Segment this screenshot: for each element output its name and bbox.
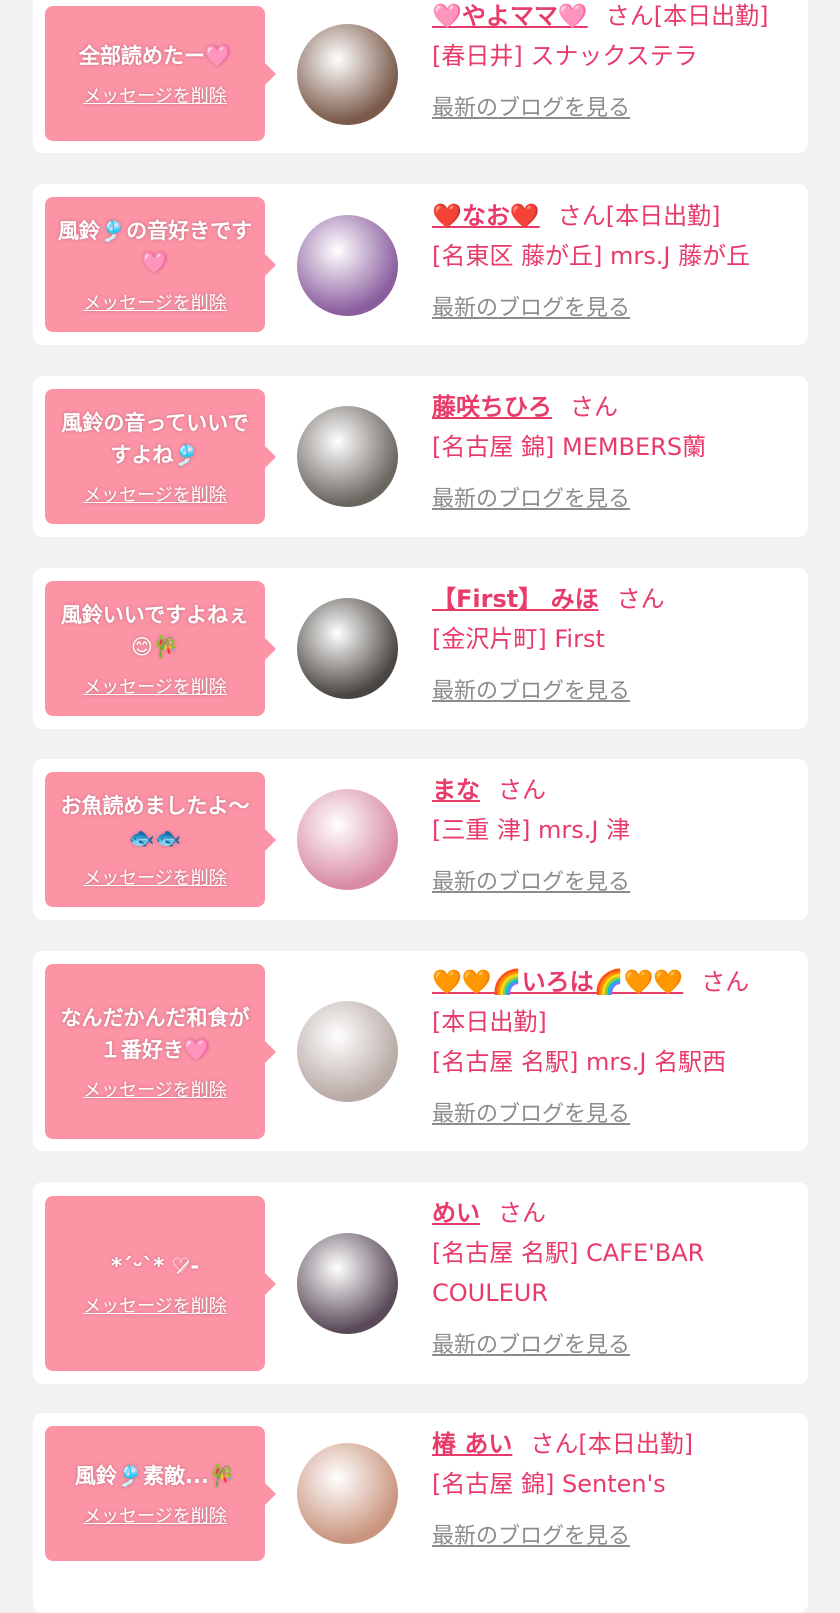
message-list: 全部読めたー🩷 メッセージを削除 🩷やよママ🩷 さん[本日出勤] [春日井] スナ… [0,0,840,1613]
message-bubble: 全部読めたー🩷 メッセージを削除 [45,6,276,141]
profile-info: 🧡🧡🌈いろは🌈🧡🧡 さん [本日出勤] [名古屋 名駅] mrs.J 名駅西 最新の… [432,962,800,1128]
profile-name-link[interactable]: 🩷やよママ🩷 [432,2,588,30]
message-bubble: 風鈴の音っていいですよね🎐 メッセージを削除 [45,389,276,524]
message-card: 全部読めたー🩷 メッセージを削除 🩷やよママ🩷 さん[本日出勤] [春日井] スナ… [33,0,808,153]
delete-message-link[interactable]: メッセージを削除 [83,864,227,890]
latest-blog-link[interactable]: 最新のブログを見る [432,290,630,322]
message-bubble: 風鈴いいですよねぇ😊🎋 メッセージを削除 [45,581,276,716]
message-card: 風鈴🎐の音好きです🩷 メッセージを削除 ❤️なお❤️ さん[本日出勤] [名東区 … [33,184,808,345]
profile-info: 【First】 みほ さん [金沢片町] First 最新のブログを見る [432,579,800,705]
message-card: *´ᵕ`* ♡̷- メッセージを削除 めい さん [名古屋 名駅] CAFE'BA… [33,1182,808,1384]
message-text: なんだかんだ和食が１番好き🩷 [60,1005,250,1062]
avatar[interactable] [297,598,398,699]
name-suffix: さん[本日出勤] [557,202,721,230]
name-suffix: さん [570,393,618,421]
shop-line: [名古屋 錦] Senten's [432,1470,666,1498]
latest-blog-link[interactable]: 最新のブログを見る [432,1518,630,1550]
shop-line: [本日出勤] [432,1008,547,1036]
delete-message-link[interactable]: メッセージを削除 [83,289,227,315]
latest-blog-link[interactable]: 最新のブログを見る [432,481,630,513]
avatar[interactable] [297,406,398,507]
name-suffix: さん [498,1199,546,1227]
message-text: 風鈴いいですよねぇ😊🎋 [60,602,250,659]
shop-line: [金沢片町] First [432,625,605,653]
profile-name-link[interactable]: 🧡🧡🌈いろは🌈🧡🧡 [432,968,683,996]
profile-info: 藤咲ちひろ さん [名古屋 錦] MEMBERS蘭 最新のブログを見る [432,387,800,513]
shop-line: COULEUR [432,1279,548,1307]
name-suffix: さん [616,585,665,613]
message-bubble: *´ᵕ`* ♡̷- メッセージを削除 [45,1196,276,1371]
message-bubble: 風鈴🎐素敵...🎋 メッセージを削除 [45,1426,276,1561]
message-text: *´ᵕ`* ♡̷- [110,1253,200,1278]
profile-name-link[interactable]: 【First】 みほ [432,585,599,613]
message-bubble: お魚読めましたよ〜🐟🐟 メッセージを削除 [45,772,276,907]
avatar[interactable] [297,1001,398,1102]
profile-name-link[interactable]: めい [432,1199,480,1227]
latest-blog-link[interactable]: 最新のブログを見る [432,673,630,705]
message-card: なんだかんだ和食が１番好き🩷 メッセージを削除 🧡🧡🌈いろは🌈🧡🧡 さん [本日出… [33,951,808,1151]
delete-message-link[interactable]: メッセージを削除 [83,82,227,108]
delete-message-link[interactable]: メッセージを削除 [83,481,227,507]
profile-info: めい さん [名古屋 名駅] CAFE'BAR COULEUR 最新のブログを見る [432,1193,800,1359]
shop-line: [名東区 藤が丘] mrs.J 藤が丘 [432,242,751,270]
message-text: 風鈴🎐素敵...🎋 [74,1463,236,1488]
delete-message-link[interactable]: メッセージを削除 [83,1292,227,1318]
latest-blog-link[interactable]: 最新のブログを見る [432,864,630,896]
message-text: お魚読めましたよ〜🐟🐟 [60,793,250,850]
profile-info: ❤️なお❤️ さん[本日出勤] [名東区 藤が丘] mrs.J 藤が丘 最新のブロ… [432,196,800,322]
latest-blog-link[interactable]: 最新のブログを見る [432,90,630,122]
message-card: 風鈴いいですよねぇ😊🎋 メッセージを削除 【First】 みほ さん [金沢片町]… [33,568,808,729]
profile-name-link[interactable]: 椿 あい [432,1430,512,1458]
profile-info: 椿 あい さん[本日出勤] [名古屋 錦] Senten's 最新のブログを見る [432,1424,800,1550]
name-suffix: さん [498,776,546,804]
avatar[interactable] [297,215,398,316]
profile-name-link[interactable]: 藤咲ちひろ [432,393,552,421]
delete-message-link[interactable]: メッセージを削除 [83,673,227,699]
name-suffix: さん[本日出勤] [530,1430,694,1458]
latest-blog-link[interactable]: 最新のブログを見る [432,1327,630,1359]
name-suffix: さん [701,968,750,996]
message-bubble: 風鈴🎐の音好きです🩷 メッセージを削除 [45,197,276,332]
avatar[interactable] [297,789,398,890]
profile-info: まな さん [三重 津] mrs.J 津 最新のブログを見る [432,770,800,896]
message-text: 風鈴🎐の音好きです🩷 [57,218,253,275]
profile-name-link[interactable]: ❤️なお❤️ [432,202,540,230]
latest-blog-link[interactable]: 最新のブログを見る [432,1096,630,1128]
shop-line: [名古屋 名駅] mrs.J 名駅西 [432,1048,727,1076]
shop-line: [名古屋 錦] MEMBERS蘭 [432,433,707,461]
message-text: 全部読めたー🩷 [78,43,232,68]
delete-message-link[interactable]: メッセージを削除 [83,1076,227,1102]
shop-line: [春日井] スナックステラ [432,42,698,70]
name-suffix: さん[本日出勤] [605,2,769,30]
shop-line: [三重 津] mrs.J 津 [432,816,631,844]
profile-name-link[interactable]: まな [432,776,480,804]
avatar[interactable] [297,1443,398,1544]
message-card: お魚読めましたよ〜🐟🐟 メッセージを削除 まな さん [三重 津] mrs.J 津… [33,759,808,920]
shop-line: [名古屋 名駅] CAFE'BAR [432,1239,705,1267]
delete-message-link[interactable]: メッセージを削除 [83,1502,227,1528]
avatar[interactable] [297,24,398,125]
message-bubble: なんだかんだ和食が１番好き🩷 メッセージを削除 [45,964,276,1139]
avatar[interactable] [297,1233,398,1334]
message-text: 風鈴の音っていいですよね🎐 [61,410,249,467]
message-card: 風鈴🎐素敵...🎋 メッセージを削除 椿 あい さん[本日出勤] [名古屋 錦] … [33,1413,808,1613]
message-card: 風鈴の音っていいですよね🎐 メッセージを削除 藤咲ちひろ さん [名古屋 錦] M… [33,376,808,537]
profile-info: 🩷やよママ🩷 さん[本日出勤] [春日井] スナックステラ 最新のブログを見る [432,0,800,122]
